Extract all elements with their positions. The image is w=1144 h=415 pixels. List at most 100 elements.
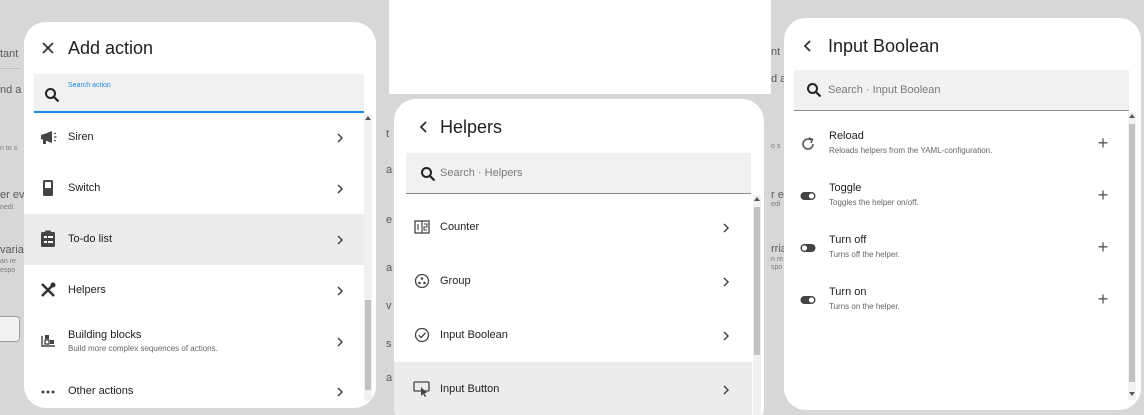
add-icon[interactable]: + [1094,186,1112,204]
chevron-right-icon [334,183,346,195]
list-item-turn-on[interactable]: Turn on Turns on the helper. + [784,274,1128,326]
scroll-down-arrow[interactable] [1129,392,1135,396]
close-icon[interactable] [36,36,60,60]
scrollbar-thumb[interactable] [1129,124,1135,382]
list-item-siren[interactable]: Siren [24,112,364,163]
chevron-right-icon [720,330,732,342]
background-fragment: tant [0,48,19,60]
panel-add-action: tant nd a n to s er ev nedi varia an re … [0,0,389,415]
background-fragment: n re [771,256,784,263]
scroll-up-arrow[interactable] [365,116,371,120]
toggle-off-icon [798,238,818,258]
background-fragment: s [386,338,392,350]
building-blocks-icon [38,331,58,351]
chevron-right-icon [720,384,732,396]
item-label: Input Boolean [440,329,508,341]
item-label: Input Button [440,383,500,395]
background-fragment: edi [771,201,781,208]
item-label: Toggle [829,182,862,194]
list-item-todo-list[interactable]: To-do list [24,214,364,265]
search-placeholder: Search · Helpers [440,167,523,179]
item-label: Reload [829,130,864,142]
search-icon [45,88,60,103]
chevron-right-icon [720,276,732,288]
background-fragment: n to s [0,145,18,152]
background-fragment: a [386,164,393,176]
search-input[interactable]: Search · Helpers [406,153,751,194]
scrollbar[interactable] [753,195,761,415]
add-icon[interactable]: + [1094,290,1112,308]
list-item-building-blocks[interactable]: Building blocks Build more complex seque… [24,316,364,367]
scrollbar-thumb[interactable] [365,300,371,390]
search-placeholder: Search action [68,82,111,89]
toggle-icon [798,186,818,206]
background-fragment: nd a [0,84,22,96]
back-icon[interactable] [796,34,820,58]
list-item-toggle[interactable]: Toggle Toggles the helper on/off. + [784,170,1128,222]
item-label: Turn off [829,234,867,246]
item-label: To-do list [68,233,113,245]
add-icon[interactable]: + [1094,238,1112,256]
helpers-icon [38,280,58,300]
chevron-right-icon [720,222,732,234]
background-fragment: v [386,300,392,312]
chevron-right-icon [334,285,346,297]
item-label: Helpers [68,284,106,296]
list-item-counter[interactable]: Counter [394,200,752,254]
add-icon[interactable]: + [1094,134,1112,152]
list-item-turn-off[interactable]: Turn off Turns off the helper. + [784,222,1128,274]
background-fragment: e [386,214,393,226]
add-action-dialog: Add action Search action Siren Switch To… [24,22,376,408]
scrollbar-thumb[interactable] [754,207,760,355]
item-subtitle: Toggles the helper on/off. [829,198,919,207]
item-label: Other actions [68,385,134,397]
item-label: Group [440,275,471,287]
toggle-on-icon [798,290,818,310]
list-item-switch[interactable]: Switch [24,163,364,214]
input-boolean-dialog: Input Boolean Search · Input Boolean Rel… [784,18,1141,410]
chevron-right-icon [334,386,346,398]
item-label: Turn on [829,286,867,298]
list-item-input-button[interactable]: Input Button [394,362,752,415]
scrollbar[interactable] [364,114,372,400]
list-item-helpers[interactable]: Helpers [24,265,364,316]
search-placeholder: Search · Input Boolean [828,84,941,96]
item-label: Siren [68,131,94,143]
scroll-up-arrow[interactable] [1129,114,1135,118]
dialog-title: Helpers [440,117,503,137]
scrollbar[interactable] [1128,112,1136,400]
list-item-input-boolean[interactable]: Input Boolean [394,308,752,362]
group-icon [412,271,432,291]
list-item-other-actions[interactable]: Other actions [24,367,364,408]
dialog-header: Add action [24,22,376,74]
input-button-icon [412,379,432,399]
search-input[interactable]: Search · Input Boolean [794,70,1129,111]
counter-icon [412,217,432,237]
search-input[interactable]: Search action [34,74,364,113]
search-icon [421,167,436,182]
chevron-right-icon [334,234,346,246]
switch-icon [38,178,58,198]
back-icon[interactable] [412,115,436,139]
input-boolean-icon [412,325,432,345]
item-subtitle: Turns off the helper. [829,250,900,259]
todo-list-icon [38,229,58,249]
item-label: Counter [440,221,480,233]
list-item-reload[interactable]: Reload Reloads helpers from the YAML-con… [784,118,1128,170]
background-fragment: spo [771,264,783,271]
chevron-right-icon [334,336,346,348]
scroll-up-arrow[interactable] [754,197,760,201]
background-fragment: t [386,128,390,140]
reload-icon [798,134,818,154]
helpers-dialog: Helpers Search · Helpers Counter Group I… [394,99,764,415]
dialog-header: Input Boolean [784,18,1141,72]
list-item-group[interactable]: Group [394,254,752,308]
dialog-title: Input Boolean [828,36,940,56]
background-fragment: o s [771,143,781,150]
background-button [0,316,20,342]
item-subtitle: Reloads helpers from the YAML-configurat… [829,146,993,155]
search-icon [807,83,822,98]
more-icon [38,382,58,402]
panel-input-boolean: nt d a o s r ev edi rria n re spo Input … [771,0,1144,415]
item-subtitle: Build more complex sequences of actions. [68,344,218,353]
